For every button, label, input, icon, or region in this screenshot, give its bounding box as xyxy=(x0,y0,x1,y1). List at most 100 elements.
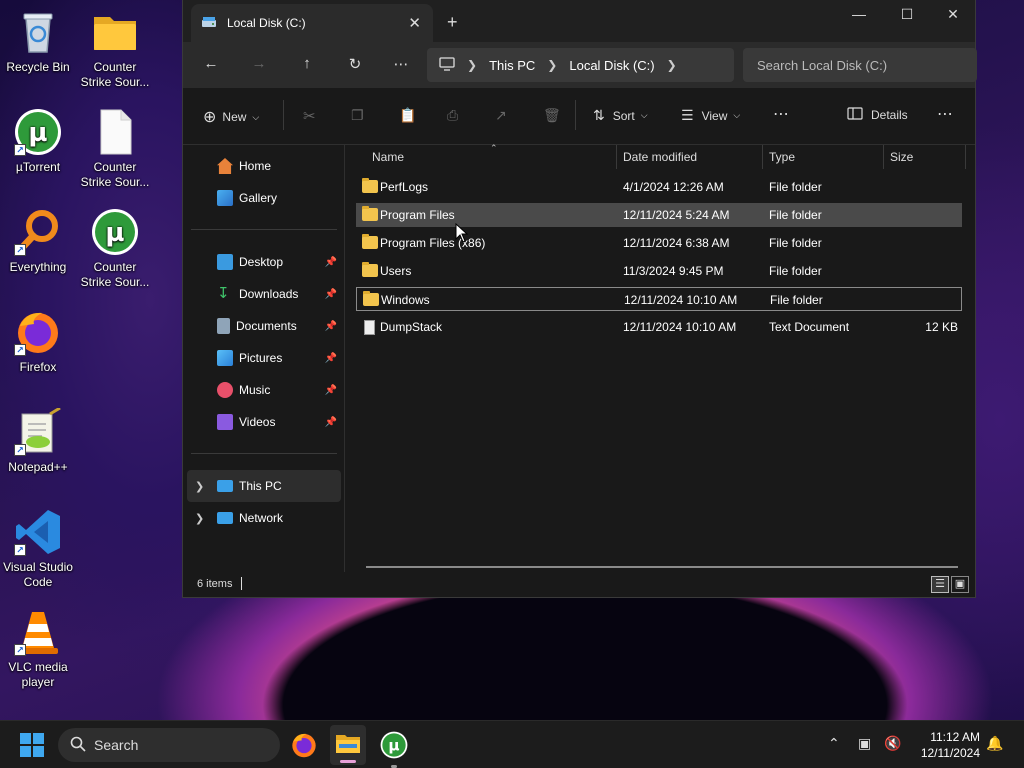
svg-text:µ: µ xyxy=(105,218,124,248)
taskbar-file-explorer-button[interactable] xyxy=(330,725,366,765)
new-label: New xyxy=(222,110,247,124)
delete-icon[interactable]: 🗑 xyxy=(543,107,561,124)
column-divider[interactable] xyxy=(965,145,966,169)
sort-label: Sort xyxy=(612,108,635,123)
desktop-icon-vscode[interactable]: ↗ Visual Studio Code xyxy=(0,508,76,590)
volume-muted-icon[interactable]: 🔇 xyxy=(884,735,901,752)
taskbar-firefox-button[interactable] xyxy=(290,731,318,762)
file-explorer-window: Local Disk (C:) ✕ + — ☐ ✕ ← → ↑ ↻ ⋯ ❯ Th… xyxy=(182,0,977,598)
paste-icon[interactable]: 📋 xyxy=(399,107,416,124)
sidebar-item-videos[interactable]: Videos 📌 xyxy=(187,406,341,438)
new-button[interactable]: ⊕ New ⌵ xyxy=(203,107,259,127)
pin-icon[interactable]: 📌 xyxy=(325,321,337,332)
column-divider[interactable] xyxy=(762,145,763,169)
breadcrumb-this-pc[interactable]: This PC xyxy=(489,58,535,73)
clock[interactable]: 11:12 AM 12/11/2024 xyxy=(921,729,980,761)
details-view-icon[interactable]: ☰ xyxy=(931,576,949,593)
tab-local-disk[interactable]: Local Disk (C:) ✕ xyxy=(191,4,433,42)
desktop-icon-utorrent[interactable]: µ ↗ µTorrent xyxy=(0,108,76,175)
sidebar-item-gallery[interactable]: Gallery xyxy=(187,182,341,214)
table-row[interactable]: DumpStack 12/11/2024 10:10 AM Text Docum… xyxy=(356,315,962,339)
table-row[interactable]: PerfLogs 4/1/2024 12:26 AM File folder xyxy=(356,175,962,199)
desktop-icon-recycle-bin[interactable]: Recycle Bin xyxy=(0,8,76,75)
table-row[interactable]: Program Files 12/11/2024 5:24 AM File fo… xyxy=(356,203,962,227)
column-header-date-modified[interactable]: Date modified xyxy=(623,145,697,169)
title-bar: Local Disk (C:) ✕ + — ☐ ✕ xyxy=(183,0,975,42)
chevron-right-icon[interactable]: ❯ xyxy=(667,58,677,72)
tiles-view-icon[interactable]: ▣ xyxy=(951,576,969,593)
breadcrumb-local-disk[interactable]: Local Disk (C:) xyxy=(569,58,654,73)
start-button[interactable] xyxy=(20,733,44,760)
desktop-icon-counter-strike-torrent[interactable]: µ Counter Strike Sour... xyxy=(77,208,153,290)
network-status-icon[interactable]: ▣ xyxy=(858,735,871,752)
sidebar-item-downloads[interactable]: ↧ Downloads 📌 xyxy=(187,278,341,310)
sidebar-item-music[interactable]: Music 📌 xyxy=(187,374,341,406)
desktop-icon-label: Firefox xyxy=(19,360,57,374)
table-row[interactable]: Program Files (x86) 12/11/2024 6:38 AM F… xyxy=(356,231,962,255)
details-button[interactable]: Details xyxy=(847,107,908,123)
breadcrumb[interactable]: ❯ This PC ❯ Local Disk (C:) ❯ xyxy=(427,48,734,82)
shortcut-arrow-icon: ↗ xyxy=(14,544,26,556)
sidebar-item-label: Documents xyxy=(236,319,297,333)
desktop-icon-counter-strike-document[interactable]: Counter Strike Sour... xyxy=(77,108,153,190)
minimize-button[interactable]: — xyxy=(839,6,879,22)
back-button[interactable]: ← xyxy=(199,55,223,72)
folder-icon xyxy=(362,234,378,249)
view-button[interactable]: ☰ View ⌵ xyxy=(681,107,740,124)
desktop-icon-notepadpp[interactable]: ↗ Notepad++ xyxy=(0,406,76,475)
command-bar: ⊕ New ⌵ ✂ ❐ 📋 ⎙ ↗ 🗑 ⇅ Sort ⌵ ☰ View ⌵ ⋯ … xyxy=(183,88,975,145)
table-row[interactable]: Users 11/3/2024 9:45 PM File folder xyxy=(356,259,962,283)
see-more-icon[interactable]: ⋯ xyxy=(937,104,953,124)
up-button[interactable]: ↑ xyxy=(295,55,319,72)
sidebar-item-desktop[interactable]: Desktop 📌 xyxy=(187,246,341,278)
show-hidden-icons-button[interactable]: ⌃ xyxy=(828,735,840,752)
status-bar: 6 items ☰ ▣ xyxy=(183,572,975,597)
sidebar-item-network[interactable]: ❯ Network xyxy=(187,502,341,534)
column-header-name[interactable]: Name xyxy=(372,145,404,169)
share-icon[interactable]: ↗ xyxy=(495,107,507,124)
shortcut-arrow-icon: ↗ xyxy=(14,344,26,356)
search-input[interactable]: Search Local Disk (C:) xyxy=(743,48,977,82)
desktop-icon-firefox[interactable]: ↗ Firefox xyxy=(0,308,76,375)
forward-button[interactable]: → xyxy=(247,55,271,72)
copy-icon[interactable]: ❐ xyxy=(351,107,364,124)
column-header-type[interactable]: Type xyxy=(769,145,795,169)
chevron-right-icon[interactable]: ❯ xyxy=(195,512,204,525)
pin-icon[interactable]: 📌 xyxy=(325,385,337,396)
column-divider[interactable] xyxy=(883,145,884,169)
maximize-button[interactable]: ☐ xyxy=(887,6,927,23)
table-row[interactable]: Windows 12/11/2024 10:10 AM File folder xyxy=(356,287,962,311)
new-tab-button[interactable]: + xyxy=(447,12,458,33)
desktop-icon-vlc[interactable]: ↗ VLC media player xyxy=(0,608,76,690)
close-window-button[interactable]: ✕ xyxy=(933,6,973,23)
desktop-icon-counter-strike-folder[interactable]: Counter Strike Sour... xyxy=(77,8,153,90)
more-nav-button[interactable]: ⋯ xyxy=(389,55,413,73)
sidebar-item-this-pc[interactable]: ❯ This PC xyxy=(187,470,341,502)
pin-icon[interactable]: 📌 xyxy=(325,417,337,428)
column-header-size[interactable]: Size xyxy=(890,145,913,169)
sidebar-item-documents[interactable]: Documents 📌 xyxy=(187,310,341,342)
pin-icon[interactable]: 📌 xyxy=(325,257,337,268)
sidebar-item-pictures[interactable]: Pictures 📌 xyxy=(187,342,341,374)
taskbar-utorrent-button[interactable]: µ xyxy=(380,731,408,768)
file-date: 12/11/2024 10:10 AM xyxy=(624,293,738,307)
pin-icon[interactable]: 📌 xyxy=(325,289,337,300)
sidebar-item-home[interactable]: Home xyxy=(187,150,341,182)
chevron-right-icon[interactable]: ❯ xyxy=(195,480,204,493)
sort-button[interactable]: ⇅ Sort ⌵ xyxy=(593,107,648,124)
pin-icon[interactable]: 📌 xyxy=(325,353,337,364)
refresh-button[interactable]: ↻ xyxy=(343,55,367,73)
more-options-icon[interactable]: ⋯ xyxy=(773,104,789,124)
desktop-icon-label: Counter Strike Sour... xyxy=(80,160,150,189)
cut-icon[interactable]: ✂ xyxy=(303,107,316,125)
close-tab-icon[interactable]: ✕ xyxy=(408,14,421,32)
notification-bell-icon[interactable]: 🔔 xyxy=(986,735,1003,752)
taskbar-search-box[interactable]: Search xyxy=(58,728,280,762)
file-explorer-icon xyxy=(336,735,360,753)
column-divider[interactable] xyxy=(616,145,617,169)
rename-icon[interactable]: ⎙ xyxy=(447,107,458,124)
file-list: Name ⌃ Date modified Type Size PerfLogs … xyxy=(346,143,975,573)
horizontal-scrollbar[interactable] xyxy=(366,566,958,568)
desktop-icon-everything[interactable]: ↗ Everything xyxy=(0,208,76,275)
shortcut-arrow-icon: ↗ xyxy=(14,244,26,256)
